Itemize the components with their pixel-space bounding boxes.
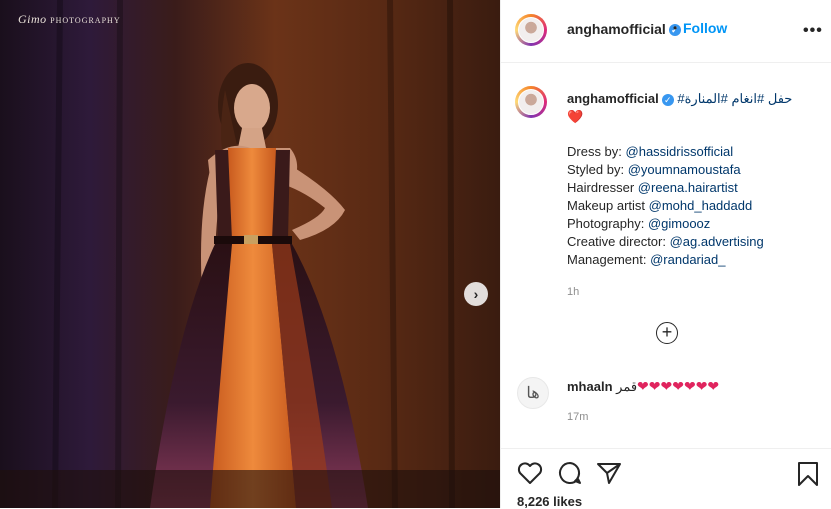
comment-text: قمر xyxy=(616,379,638,394)
next-photo-button[interactable]: › xyxy=(464,282,488,306)
follow-button[interactable]: Follow xyxy=(683,20,727,36)
verified-badge-icon: ✓ xyxy=(661,93,674,106)
credit-label: Styled by: xyxy=(567,162,628,177)
comment-line: mhaaln قمر❤❤❤❤❤❤❤ xyxy=(567,377,719,396)
likes-count[interactable]: 8,226 likes xyxy=(517,494,582,509)
credit-line: Creative director: @ag.advertising xyxy=(567,233,764,251)
post-header: anghamofficial ✓ • Follow ••• xyxy=(501,0,831,63)
credit-label: Management: xyxy=(567,252,651,267)
credit-line: Styled by: @youmnamoustafa xyxy=(567,161,741,179)
credit-mention[interactable]: @randariad_ xyxy=(650,252,725,267)
caption-heart-emoji: ❤️ xyxy=(567,109,584,124)
caption-hashtags[interactable]: حفل #انغام #المنارة# xyxy=(677,91,792,106)
credit-label: Dress by: xyxy=(567,144,626,159)
save-bookmark-icon[interactable] xyxy=(796,461,820,487)
credit-mention[interactable]: @youmnamoustafa xyxy=(628,162,741,177)
caption-username[interactable]: anghamofficial xyxy=(567,91,659,106)
chevron-right-icon: › xyxy=(473,286,479,302)
credit-label: Hairdresser xyxy=(567,180,638,195)
watermark-main: Gimo xyxy=(18,12,47,26)
post-photo[interactable]: Gimo PHOTOGRAPHY › xyxy=(0,0,500,508)
photographer-watermark: Gimo PHOTOGRAPHY xyxy=(18,12,121,27)
caption-first-line: anghamofficial ✓ حفل #انغام #المنارة# xyxy=(567,90,792,108)
photo-artwork xyxy=(0,0,500,508)
credit-label: Makeup artist xyxy=(567,198,649,213)
commenter-username[interactable]: mhaaln xyxy=(567,379,613,394)
watermark-sub: PHOTOGRAPHY xyxy=(50,16,121,25)
credit-mention[interactable]: @hassidrissofficial xyxy=(626,144,734,159)
credit-mention[interactable]: @reena.hairartist xyxy=(638,180,738,195)
caption-timestamp[interactable]: 1h xyxy=(567,286,579,298)
credit-label: Creative director: xyxy=(567,234,670,249)
author-username-text: anghamofficial xyxy=(567,21,666,37)
more-options-button[interactable]: ••• xyxy=(803,22,823,40)
credit-mention[interactable]: @mohd_haddadd xyxy=(649,198,753,213)
credit-line: Hairdresser @reena.hairartist xyxy=(567,179,738,197)
credit-mention[interactable]: @gimoooz xyxy=(648,216,710,231)
like-heart-icon[interactable] xyxy=(517,461,543,485)
post-sidebar: anghamofficial ✓ • Follow ••• anghamoffic… xyxy=(500,0,831,509)
credit-line: Photography: @gimoooz xyxy=(567,215,710,233)
load-more-comments-button[interactable]: + xyxy=(656,322,678,344)
credit-line: Makeup artist @mohd_haddadd xyxy=(567,197,752,215)
credit-line: Management: @randariad_ xyxy=(567,251,725,269)
credit-label: Photography: xyxy=(567,216,648,231)
comment-bubble-icon[interactable] xyxy=(557,461,583,485)
credit-line: Dress by: @hassidrissofficial xyxy=(567,143,733,161)
author-avatar[interactable] xyxy=(515,14,547,46)
share-paper-plane-icon[interactable] xyxy=(596,461,622,485)
comment-timestamp[interactable]: 17m xyxy=(567,411,588,423)
comment-hearts: ❤❤❤❤❤❤❤ xyxy=(637,378,720,394)
header-separator: • xyxy=(673,21,678,35)
caption-avatar[interactable] xyxy=(515,86,547,118)
author-username[interactable]: anghamofficial ✓ xyxy=(567,21,681,37)
commenter-avatar[interactable]: ها xyxy=(517,377,549,409)
credit-mention[interactable]: @ag.advertising xyxy=(670,234,764,249)
